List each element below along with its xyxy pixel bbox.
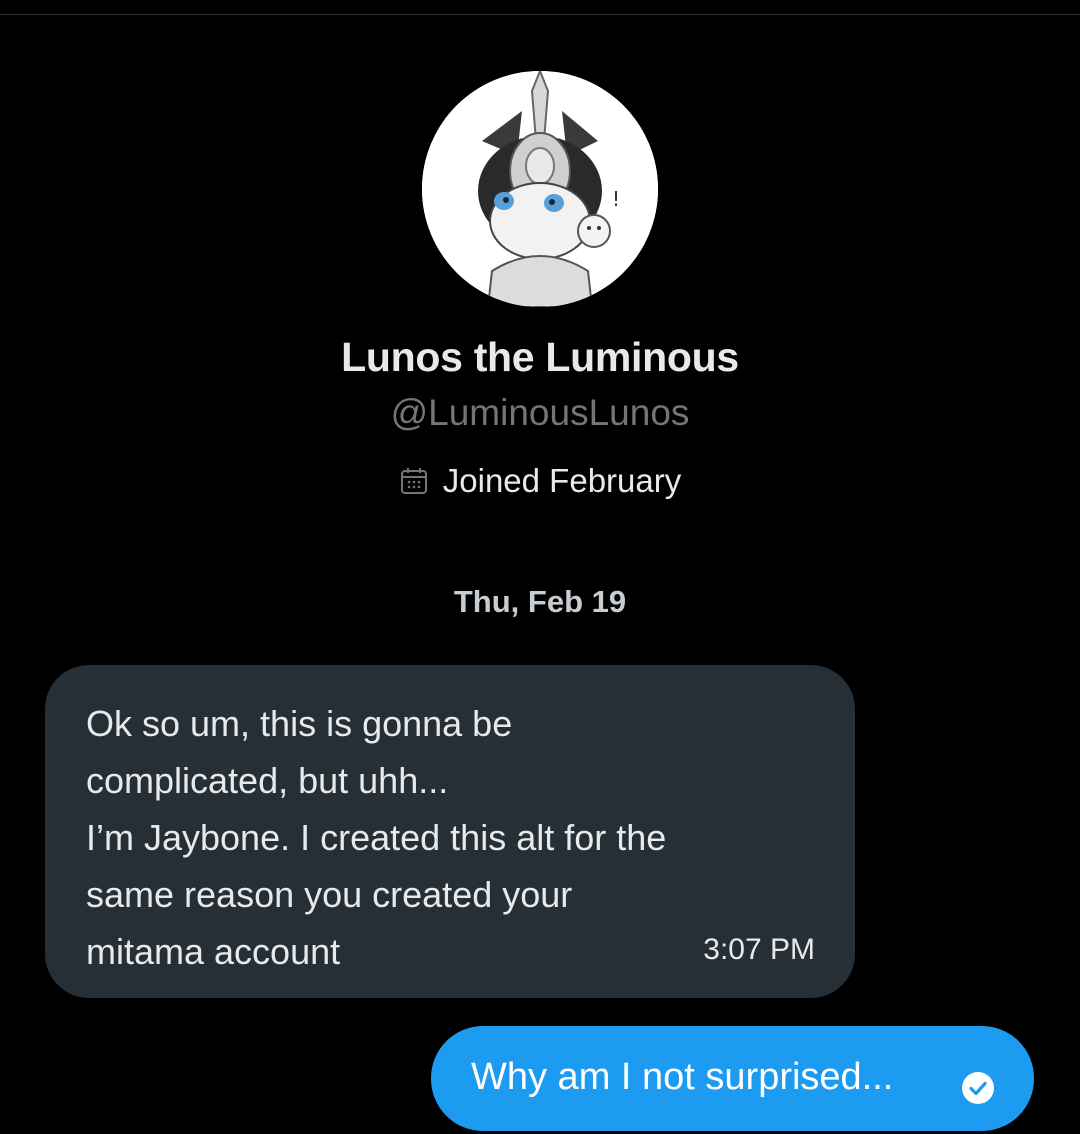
profile-display-name[interactable]: Lunos the Luminous: [0, 334, 1080, 381]
date-separator: Thu, Feb 19: [453, 584, 627, 619]
joined-date: Joined February: [0, 462, 1080, 500]
avatar-illustration: !: [422, 71, 658, 307]
joined-label: Joined February: [442, 462, 682, 499]
message-timestamp: 3:07 PM: [703, 933, 815, 966]
message-text: Ok so um, this is gonna be complicated, …: [86, 703, 667, 972]
incoming-message-bubble[interactable]: Ok so um, this is gonna be complicated, …: [45, 665, 855, 998]
message-text: Why am I not surprised...: [471, 1056, 894, 1098]
svg-text:!: !: [612, 187, 620, 211]
profile-avatar[interactable]: !: [422, 71, 658, 307]
calendar-icon: [399, 466, 429, 496]
read-check-icon: [961, 1071, 995, 1105]
outgoing-message-bubble[interactable]: Why am I not surprised...: [431, 1026, 1034, 1131]
profile-handle[interactable]: @LuminousLunos: [0, 392, 1080, 434]
top-divider: [0, 14, 1080, 15]
